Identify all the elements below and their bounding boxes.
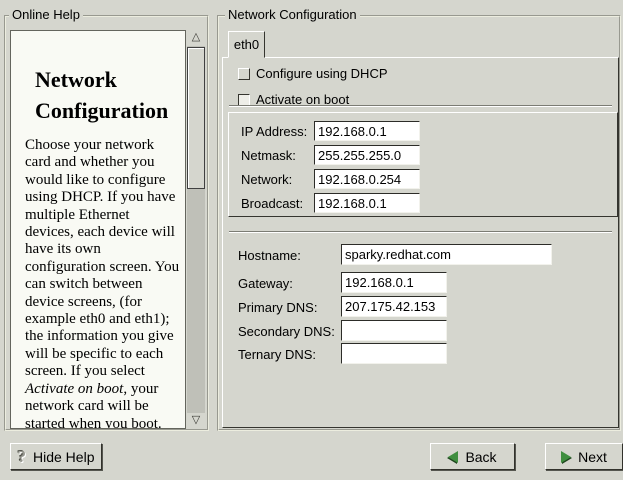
- broadcast-input[interactable]: [314, 193, 420, 213]
- ip-settings-box: IP Address: Netmask: Network: Broadcast:: [228, 112, 618, 217]
- hostname-input[interactable]: [341, 244, 552, 265]
- help-question-icon: ?: [18, 447, 27, 467]
- hostname-label: Hostname:: [238, 248, 301, 263]
- next-arrow-icon: [561, 451, 571, 463]
- back-arrow-icon: [448, 451, 458, 463]
- hide-help-button-label: Hide Help: [33, 449, 94, 465]
- network-configuration-frame-label: Network Configuration: [225, 8, 360, 22]
- next-button-label: Next: [578, 449, 607, 465]
- broadcast-label: Broadcast:: [241, 196, 303, 211]
- secondary-dns-input[interactable]: [341, 320, 447, 341]
- next-button[interactable]: Next: [545, 443, 623, 470]
- help-body-pre: Choose your network card and whether you…: [25, 137, 179, 379]
- ip-address-input[interactable]: [314, 121, 420, 141]
- dhcp-checkbox-label[interactable]: Configure using DHCP: [256, 66, 388, 81]
- scrollbar-up-icon[interactable]: △: [187, 30, 205, 46]
- notebook-page: Configure using DHCP Activate on boot IP…: [222, 57, 619, 428]
- help-scrollbar[interactable]: △ ▽: [187, 30, 205, 429]
- gateway-label: Gateway:: [238, 276, 293, 291]
- primary-dns-input[interactable]: [341, 296, 447, 317]
- netmask-label: Netmask:: [241, 148, 296, 163]
- secondary-dns-label: Secondary DNS:: [238, 324, 335, 339]
- hide-help-button[interactable]: ? Hide Help: [10, 443, 102, 470]
- back-button[interactable]: Back: [430, 443, 515, 470]
- tab-eth0[interactable]: eth0: [228, 31, 265, 58]
- scrollbar-thumb[interactable]: [187, 47, 205, 189]
- online-help-frame-label: Online Help: [9, 8, 83, 22]
- network-input[interactable]: [314, 169, 420, 189]
- gateway-input[interactable]: [341, 272, 447, 293]
- separator: [229, 105, 612, 107]
- help-body-italic: Activate on boot: [25, 381, 123, 397]
- help-body-text: Choose your network card and whether you…: [11, 126, 185, 429]
- separator: [229, 231, 612, 233]
- network-label: Network:: [241, 172, 292, 187]
- dhcp-checkbox[interactable]: [238, 68, 250, 80]
- help-viewport: Network Configuration Choose your networ…: [10, 30, 186, 429]
- ternary-dns-label: Ternary DNS:: [238, 347, 316, 362]
- primary-dns-label: Primary DNS:: [238, 300, 317, 315]
- help-title: Network Configuration: [11, 31, 185, 126]
- scrollbar-down-icon[interactable]: ▽: [187, 413, 205, 429]
- ternary-dns-input[interactable]: [341, 343, 447, 364]
- ip-address-label: IP Address:: [241, 124, 307, 139]
- back-button-label: Back: [465, 449, 496, 465]
- netmask-input[interactable]: [314, 145, 420, 165]
